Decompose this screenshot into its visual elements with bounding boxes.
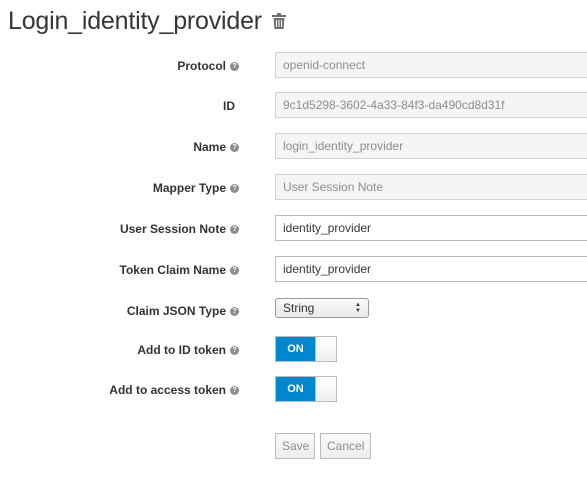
trash-icon[interactable] — [271, 13, 286, 29]
protocol-label: Protocol? — [177, 52, 239, 80]
claim-json-type-label: Claim JSON Type? — [127, 297, 239, 325]
select-arrows-icon: ▲ ▼ — [355, 302, 361, 314]
add-to-id-token-label: Add to ID token? — [137, 336, 239, 364]
add-to-id-token-row: Add to ID token? ON — [0, 336, 587, 364]
user-session-note-input[interactable]: identity_provider — [275, 215, 587, 241]
id-row: ID 9c1d5298-3602-4a33-84f3-da490cd8d31f — [0, 92, 587, 120]
mapper-type-field: User Session Note — [275, 174, 587, 200]
protocol-row: Protocol? openid-connect — [0, 52, 587, 80]
toggle-handle[interactable] — [315, 377, 336, 401]
protocol-field: openid-connect — [275, 52, 587, 78]
token-claim-name-label: Token Claim Name? — [120, 256, 239, 284]
help-icon[interactable]: ? — [230, 61, 239, 71]
mapper-type-row: Mapper Type? User Session Note — [0, 174, 587, 202]
help-icon[interactable]: ? — [230, 345, 239, 355]
toggle-on-label: ON — [276, 337, 315, 361]
help-icon[interactable]: ? — [230, 385, 239, 395]
add-to-access-token-toggle[interactable]: ON — [275, 376, 337, 402]
id-label: ID — [223, 99, 235, 113]
claim-json-type-select[interactable]: String ▲ ▼ — [275, 298, 369, 318]
token-claim-name-input[interactable]: identity_provider — [275, 256, 587, 282]
add-to-id-token-toggle[interactable]: ON — [275, 336, 337, 362]
help-icon[interactable]: ? — [230, 306, 239, 316]
cancel-button[interactable]: Cancel — [320, 433, 371, 459]
toggle-on-label: ON — [276, 377, 315, 401]
id-field: 9c1d5298-3602-4a33-84f3-da490cd8d31f — [275, 92, 587, 118]
add-to-access-token-label: Add to access token? — [109, 376, 239, 404]
toggle-handle[interactable] — [315, 337, 336, 361]
page-title: Login_identity_provider — [8, 6, 262, 35]
user-session-note-row: User Session Note? identity_provider — [0, 215, 587, 243]
claim-json-type-value: String — [283, 301, 315, 315]
help-icon[interactable]: ? — [230, 265, 239, 275]
page-header: Login_identity_provider — [8, 4, 286, 38]
add-to-access-token-row: Add to access token? ON — [0, 376, 587, 404]
help-icon[interactable]: ? — [230, 224, 239, 234]
mapper-type-label: Mapper Type? — [153, 174, 239, 202]
help-icon[interactable]: ? — [230, 142, 239, 152]
save-button[interactable]: Save — [275, 433, 315, 459]
claim-json-type-row: Claim JSON Type? String ▲ ▼ — [0, 297, 587, 325]
name-label: Name? — [193, 133, 239, 161]
token-claim-name-row: Token Claim Name? identity_provider — [0, 256, 587, 284]
name-row: Name? login_identity_provider — [0, 133, 587, 161]
user-session-note-label: User Session Note? — [120, 215, 239, 243]
help-icon[interactable]: ? — [230, 183, 239, 193]
name-field: login_identity_provider — [275, 133, 587, 159]
